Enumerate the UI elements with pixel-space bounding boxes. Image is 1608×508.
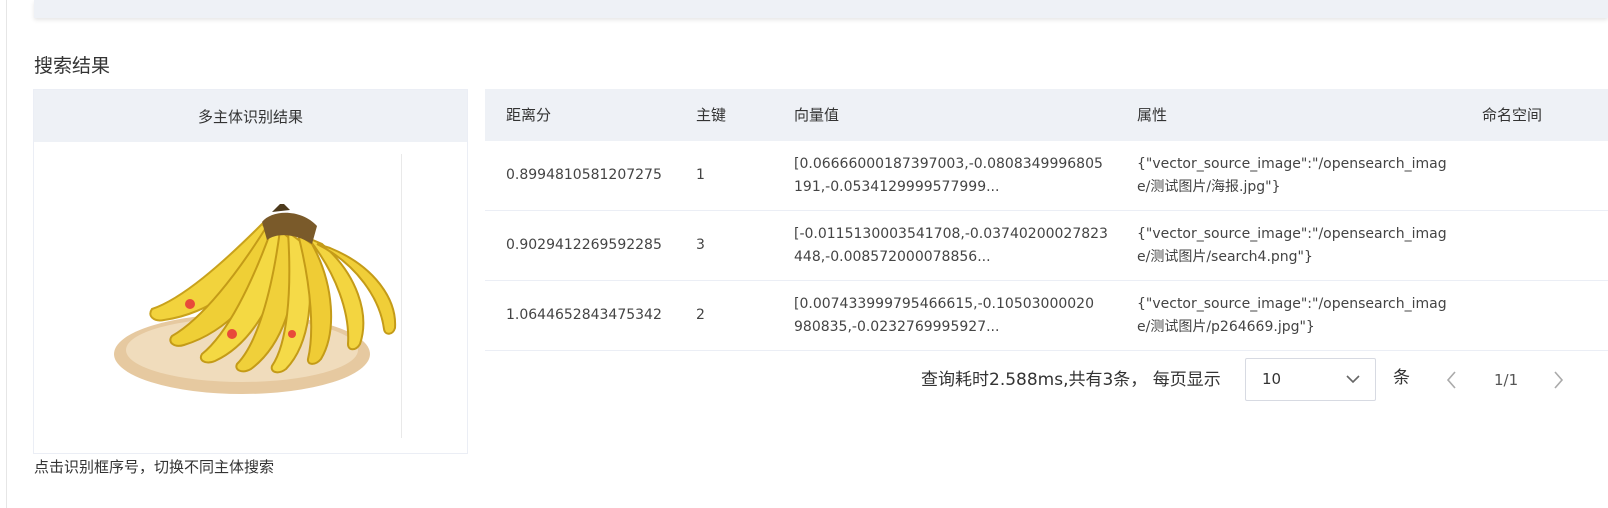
table-header: 距离分 主键 向量值 属性 命名空间 [485, 89, 1608, 141]
table-row: 1.0644652843475342 2 [0.0074339997954666… [485, 281, 1608, 351]
cell-key: 1 [696, 167, 705, 183]
detection-card: 多主体识别结果 [33, 89, 468, 454]
table-row: 0.8994810581207275 1 [0.0666600018739700… [485, 141, 1608, 211]
cell-attributes-line: {"vector_source_image":"/opensearch_imag [1137, 296, 1447, 312]
cell-vector-line: [-0.0115130003541708,-0.03740200027823 [794, 226, 1108, 242]
cell-vector-line: 191,-0.0534129999577999... [794, 179, 1000, 195]
detection-hint: 点击识别框序号，切换不同主体搜索 [34, 458, 275, 476]
page-size-value: 10 [1262, 370, 1282, 388]
column-header-key: 主键 [696, 106, 727, 124]
chevron-down-icon [1346, 375, 1360, 384]
cell-attributes: {"vector_source_image":"/opensearch_imag… [1137, 293, 1447, 339]
page-size-select[interactable]: 10 [1245, 358, 1376, 401]
page-size-unit: 条 [1393, 368, 1410, 388]
cell-score: 0.8994810581207275 [506, 167, 662, 183]
table-row: 0.9029412269592285 3 [-0.011513000354170… [485, 211, 1608, 281]
cell-key: 2 [696, 307, 705, 323]
chevron-right-icon[interactable] [1550, 369, 1566, 391]
left-divider [6, 0, 7, 508]
cell-vector: [-0.0115130003541708,-0.03740200027823 4… [794, 223, 1108, 269]
banana-image[interactable] [112, 204, 412, 404]
cell-attributes: {"vector_source_image":"/opensearch_imag… [1137, 153, 1447, 199]
cell-score: 1.0644652843475342 [506, 307, 662, 323]
cell-attributes-line: e/测试图片/海报.jpg"} [1137, 179, 1281, 195]
search-form-panel [34, 0, 1608, 18]
result-table: 距离分 主键 向量值 属性 命名空间 0.8994810581207275 1 … [485, 89, 1608, 351]
cell-vector: [0.007433999795466615,-0.10503000020 980… [794, 293, 1094, 339]
cell-attributes-line: {"vector_source_image":"/opensearch_imag [1137, 156, 1447, 172]
cell-vector-line: 448,-0.008572000078856... [794, 249, 991, 265]
cell-vector-line: 980835,-0.0232769995927... [794, 319, 1000, 335]
cell-attributes-line: {"vector_source_image":"/opensearch_imag [1137, 226, 1447, 242]
section-title: 搜索结果 [34, 55, 111, 77]
cell-attributes: {"vector_source_image":"/opensearch_imag… [1137, 223, 1447, 269]
column-header-namespace: 命名空间 [1482, 106, 1543, 124]
detection-image-area[interactable] [34, 142, 467, 454]
cell-vector: [0.06666000187397003,-0.0808349996805 19… [794, 153, 1103, 199]
cell-attributes-line: e/测试图片/search4.png"} [1137, 249, 1313, 265]
cell-score: 0.9029412269592285 [506, 237, 662, 253]
column-header-vector: 向量值 [794, 106, 840, 124]
column-header-attributes: 属性 [1137, 106, 1168, 124]
cell-key: 3 [696, 237, 705, 253]
column-header-score: 距离分 [506, 106, 552, 124]
chevron-left-icon[interactable] [1444, 369, 1460, 391]
cell-attributes-line: e/测试图片/p264669.jpg"} [1137, 319, 1315, 335]
cell-vector-line: [0.06666000187397003,-0.0808349996805 [794, 156, 1103, 172]
page-indicator: 1/1 [1494, 371, 1519, 389]
pagination-summary: 查询耗时2.588ms,共有3条， 每页显示 [921, 370, 1221, 390]
detection-header: 多主体识别结果 [34, 90, 467, 142]
cell-vector-line: [0.007433999795466615,-0.10503000020 [794, 296, 1094, 312]
